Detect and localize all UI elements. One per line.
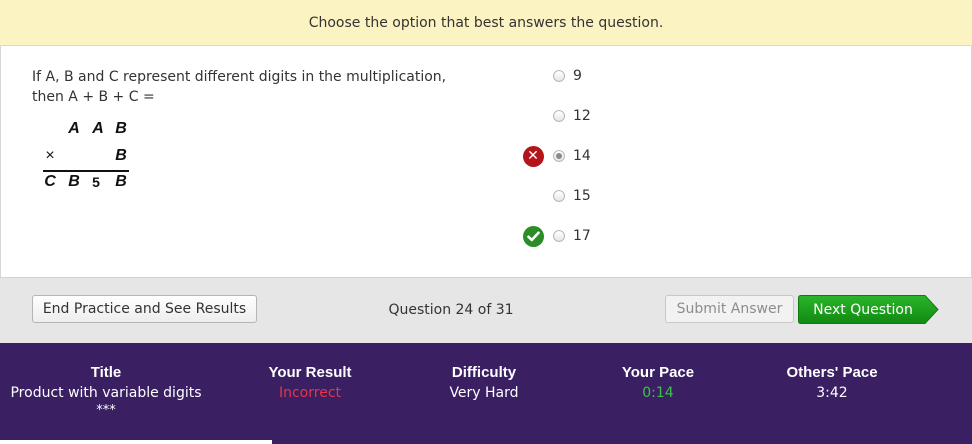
digit: A [68,120,80,137]
radio-button[interactable] [553,70,565,82]
feedback-slot [521,64,545,88]
radio-button[interactable] [553,190,565,202]
question-toolbar: End Practice and See Results Question 24… [0,277,972,343]
difficulty-column: Difficulty Very Hard [404,363,564,403]
check-icon [522,225,544,247]
times-symbol: × [45,147,55,164]
submit-answer-button[interactable]: Submit Answer [665,295,794,323]
radio-button[interactable] [553,110,565,122]
others-pace-header: Others' Pace [786,364,878,381]
multiplier-row: × B [41,147,133,169]
instruction-banner: Choose the option that best answers the … [0,0,972,46]
question-prompt: If A, B and C represent different digits… [32,67,472,107]
option-label: 15 [573,188,591,204]
digit: B [68,173,80,190]
option-label: 17 [573,228,591,244]
question-area: If A, B and C represent different digits… [0,46,972,277]
answer-options: 9 12 ✕ 14 15 17 [521,64,821,264]
wrong-icon: ✕ [522,145,544,167]
radio-button[interactable] [553,230,565,242]
option-15[interactable]: 15 [521,184,721,208]
option-label: 14 [573,148,591,164]
result-value: Incorrect [278,385,342,401]
prompt-line-2: then A + B + C = [32,89,155,105]
feedback-slot [521,104,545,128]
product-rule [43,170,129,172]
pace-header: Your Pace [621,364,695,381]
prompt-line-1: If A, B and C represent different digits… [32,69,447,85]
multiplication-figure: A A B × B C B 5 B [41,120,133,194]
digit: B [115,120,127,137]
title-column: Title Product with variable digits *** [0,363,212,419]
digit: A [92,120,104,137]
question-counter: Question 24 of 31 [388,302,514,318]
bottom-strip [0,440,272,444]
option-label: 9 [573,68,582,84]
option-12[interactable]: 12 [521,104,721,128]
rating-stars: *** [96,403,116,418]
option-label: 12 [573,108,591,124]
digit: 5 [92,174,100,190]
feedback-slot [521,184,545,208]
instruction-text: Choose the option that best answers the … [308,14,664,31]
product-row: C B 5 B [41,173,133,195]
difficulty-value: Very Hard [449,385,519,401]
digit: B [115,147,127,164]
feedback-slot: ✕ [521,144,545,168]
feedback-slot [521,224,545,248]
digit: B [115,173,127,190]
end-practice-button[interactable]: End Practice and See Results [32,295,257,323]
results-panel: Title Product with variable digits *** Y… [0,343,972,444]
digit: C [44,173,56,190]
multiplicand-row: A A B [41,120,133,142]
option-9[interactable]: 9 [521,64,721,88]
next-question-label: Next Question [813,301,913,318]
result-header: Your Result [268,364,352,381]
title-value: Product with variable digits [10,385,202,401]
result-column: Your Result Incorrect [230,363,390,403]
next-question-button[interactable]: Next Question [798,295,939,324]
option-17[interactable]: 17 [521,224,721,248]
option-14[interactable]: ✕ 14 [521,144,721,168]
pace-column: Your Pace 0:14 [578,363,738,403]
pace-value: 0:14 [642,385,674,401]
difficulty-header: Difficulty [451,364,517,381]
title-header: Title [90,364,122,381]
radio-button-selected[interactable] [553,150,565,162]
others-pace-value: 3:42 [816,385,848,401]
others-pace-column: Others' Pace 3:42 [752,363,912,403]
